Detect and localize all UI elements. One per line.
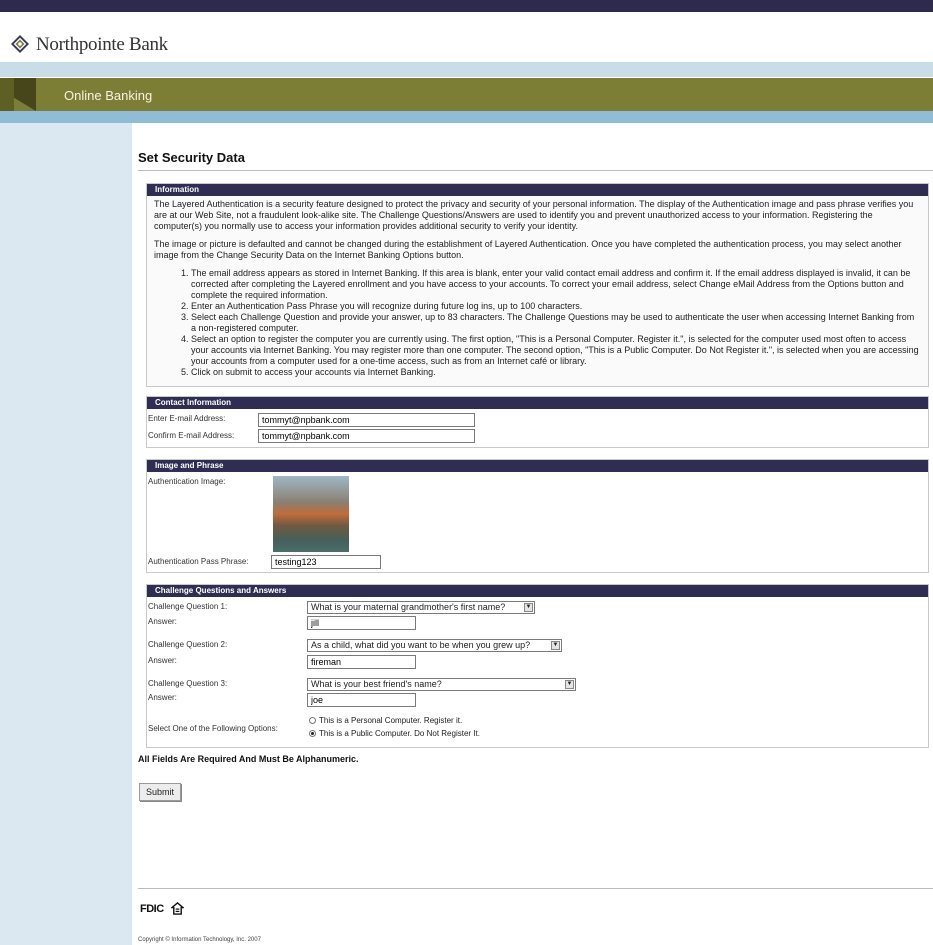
list-item: The email address appears as stored in I… <box>191 268 921 301</box>
footer-divider <box>138 888 933 889</box>
top-bar <box>0 0 933 12</box>
public-computer-radio[interactable] <box>309 730 316 738</box>
confirm-email-field[interactable] <box>258 429 475 443</box>
challenge-question-1-value: What is your maternal grandmother's firs… <box>311 602 506 612</box>
challenge-question-2-select[interactable]: As a child, what did you want to be when… <box>307 639 562 652</box>
chevron-down-icon[interactable]: ▼ <box>565 680 574 689</box>
answer-3-label: Answer: <box>148 693 177 702</box>
banner-title: Online Banking <box>64 88 153 103</box>
answer-1-field[interactable] <box>307 616 416 630</box>
option-personal[interactable]: This is a Personal Computer. Register it… <box>309 716 462 725</box>
header-stripe-blue <box>0 111 933 123</box>
challenge-question-1-select[interactable]: What is your maternal grandmother's firs… <box>307 601 535 614</box>
challenge-section: Challenge Questions and Answers Challeng… <box>146 584 929 748</box>
fdic-logo: FDIC <box>140 903 164 915</box>
header-stripe <box>0 62 933 77</box>
diamond-compass-logo-icon <box>11 35 29 53</box>
challenge-question-2-value: As a child, what did you want to be when… <box>311 640 531 650</box>
pass-phrase-label: Authentication Pass Phrase: <box>148 557 249 566</box>
challenge-question-1-label: Challenge Question 1: <box>148 602 228 611</box>
personal-computer-radio[interactable] <box>309 717 316 725</box>
answer-2-label: Answer: <box>148 656 177 665</box>
email-field[interactable] <box>258 413 475 427</box>
option-public[interactable]: This is a Public Computer. Do Not Regist… <box>309 729 480 738</box>
required-note: All Fields Are Required And Must Be Alph… <box>138 754 359 764</box>
list-item: Select an option to register the compute… <box>191 334 921 367</box>
answer-2-field[interactable] <box>307 655 416 669</box>
list-item: Select each Challenge Question and provi… <box>191 312 921 334</box>
challenge-question-3-label: Challenge Question 3: <box>148 679 228 688</box>
main-content: Set Security Data Information The Layere… <box>138 140 933 801</box>
pass-phrase-field[interactable] <box>271 555 381 569</box>
email-label: Enter E-mail Address: <box>148 414 226 423</box>
online-banking-banner: Online Banking <box>0 78 933 111</box>
image-phrase-heading: Image and Phrase <box>147 460 928 472</box>
option-public-label: This is a Public Computer. Do Not Regist… <box>319 729 480 738</box>
copyright-text: Copyright © Information Technology, Inc.… <box>138 937 261 943</box>
authentication-image <box>273 476 349 552</box>
option-personal-label: This is a Personal Computer. Register it… <box>319 716 463 725</box>
header-logo-row: Northpointe Bank <box>0 12 933 62</box>
information-heading: Information <box>147 184 928 196</box>
options-label: Select One of the Following Options: <box>148 724 278 733</box>
contact-heading: Contact Information <box>147 397 928 409</box>
challenge-heading: Challenge Questions and Answers <box>147 585 928 597</box>
challenge-question-3-value: What is your best friend's name? <box>311 679 442 689</box>
challenge-question-2-label: Challenge Question 2: <box>148 640 228 649</box>
challenge-question-3-select[interactable]: What is your best friend's name? ▼ <box>307 678 576 691</box>
answer-1-label: Answer: <box>148 617 177 626</box>
authentication-image-label: Authentication Image: <box>148 477 226 486</box>
chevron-down-icon[interactable]: ▼ <box>524 603 533 612</box>
list-item: Click on submit to access your accounts … <box>191 367 921 378</box>
answer-3-field[interactable] <box>307 693 416 707</box>
equal-housing-icon <box>171 902 184 915</box>
contact-section: Contact Information Enter E-mail Address… <box>146 396 929 448</box>
brand-name[interactable]: Northpointe Bank <box>36 34 168 56</box>
image-phrase-section: Image and Phrase Authentication Image: A… <box>146 459 929 573</box>
information-section: Information The Layered Authentication i… <box>146 183 929 387</box>
confirm-email-label: Confirm E-mail Address: <box>148 431 235 440</box>
instructions-list: The email address appears as stored in I… <box>154 268 921 378</box>
list-item: Enter an Authentication Pass Phrase you … <box>191 301 921 312</box>
information-paragraph-1: The Layered Authentication is a security… <box>154 199 914 231</box>
chevron-down-icon[interactable]: ▼ <box>551 641 560 650</box>
information-paragraph-2: The image or picture is defaulted and ca… <box>154 239 902 260</box>
left-sidebar <box>0 123 132 945</box>
page-title: Set Security Data <box>138 150 933 171</box>
submit-button[interactable]: Submit <box>139 783 182 801</box>
